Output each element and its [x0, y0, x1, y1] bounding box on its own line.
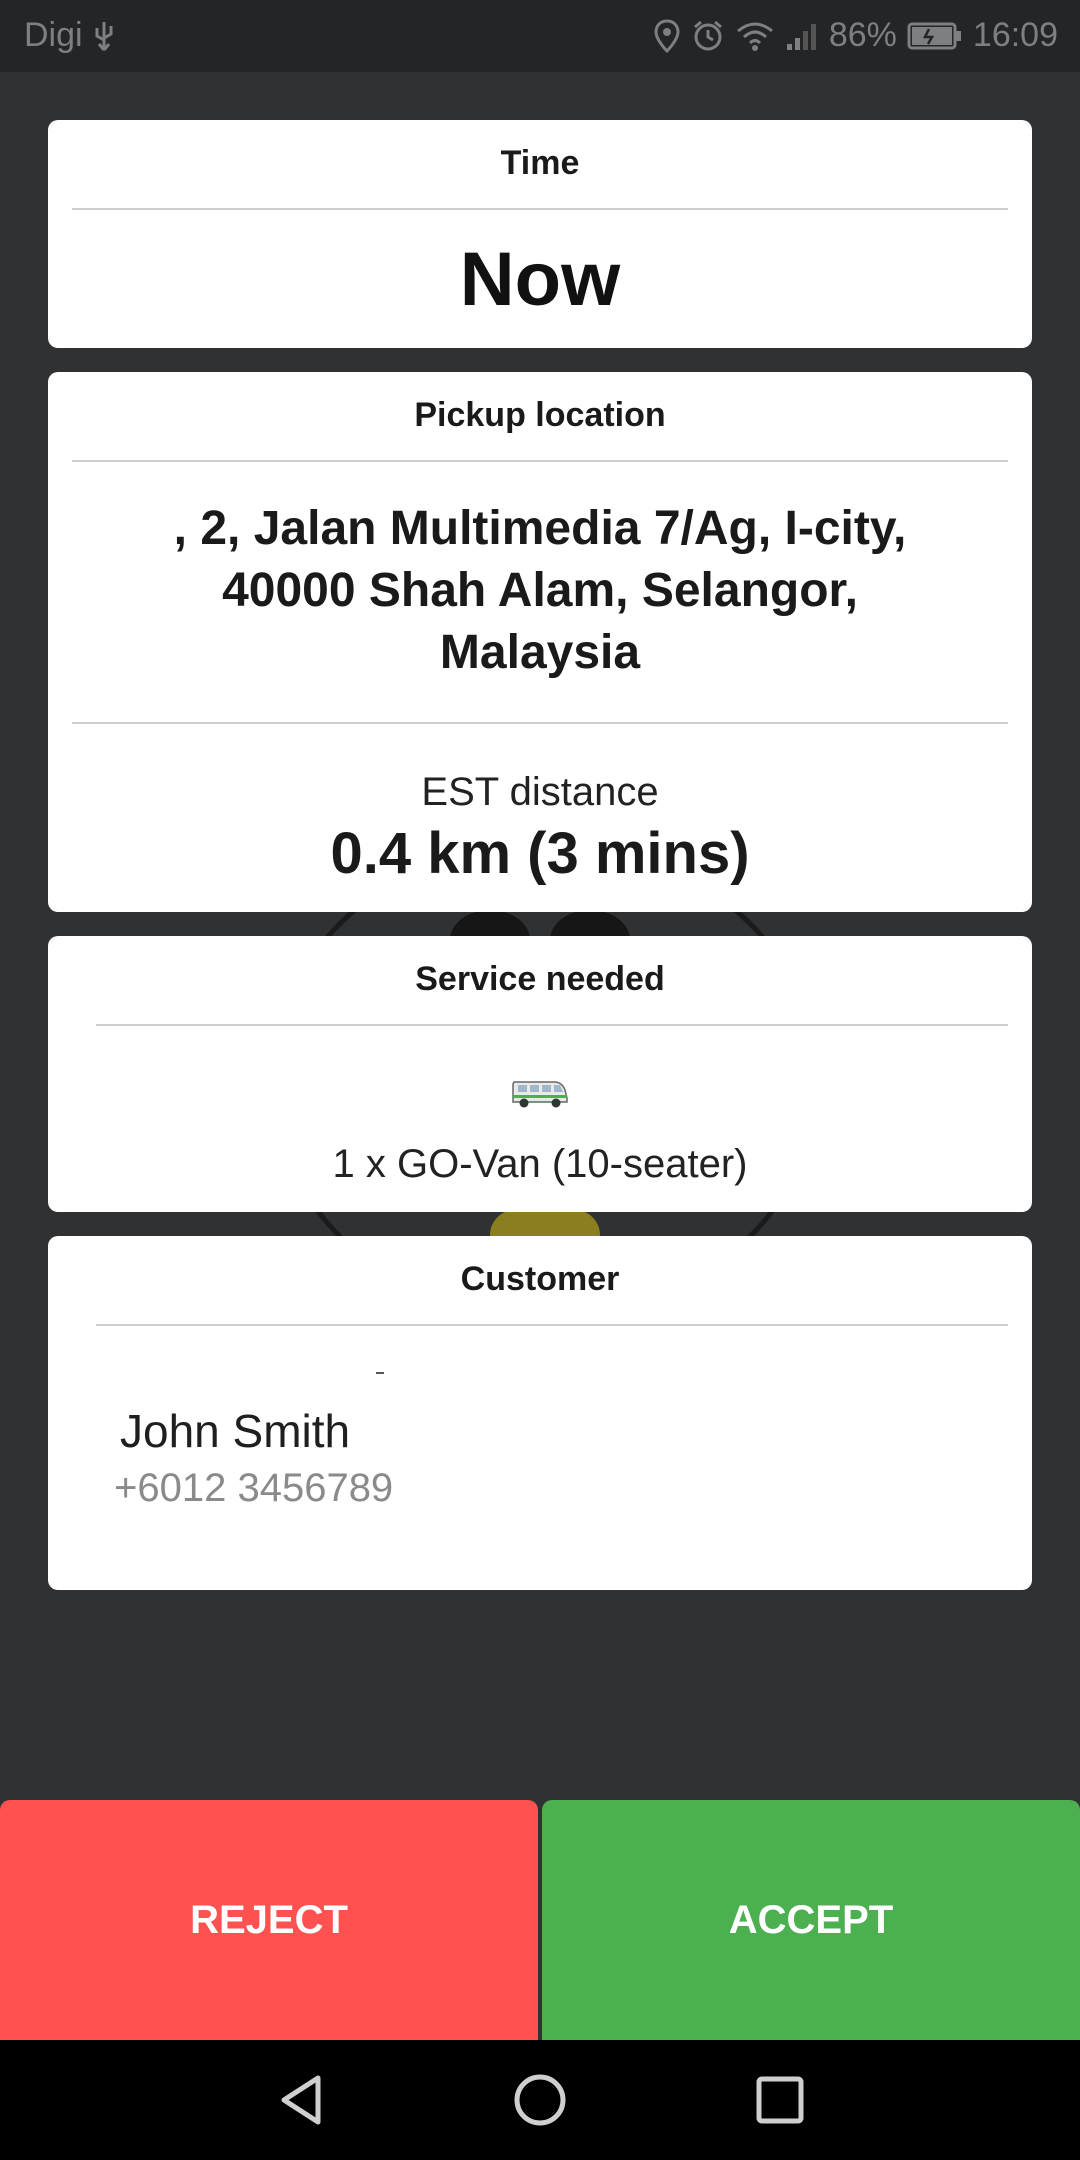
pickup-card-header: Pickup location — [414, 396, 666, 434]
customer-card-header: Customer — [460, 1260, 620, 1298]
alarm-icon — [693, 20, 722, 50]
accept-button[interactable]: ACCEPT — [542, 1800, 1080, 2040]
carrier-group: Digi — [24, 16, 117, 55]
pickup-location-card: Pickup location , 2, Jalan Multimedia 7/… — [48, 372, 1032, 912]
customer-card: Customer John Smith +6012 3456789 — [48, 1236, 1032, 1590]
battery-icon — [907, 22, 961, 49]
carrier-name: Digi — [24, 16, 83, 54]
customer-phone[interactable]: +6012 3456789 — [114, 1466, 393, 1511]
location-icon — [654, 18, 680, 53]
service-needed-card: Service needed 1 x GO-Van (10-seater) — [48, 936, 1032, 1212]
customer-card-divider — [96, 1324, 1008, 1326]
time-card-header: Time — [500, 144, 580, 182]
customer-avatar-placeholder — [376, 1372, 384, 1374]
van-icon — [512, 1081, 568, 1108]
customer-name: John Smith — [120, 1405, 351, 1457]
battery-percent: 86% — [828, 16, 897, 54]
est-distance-value: 0.4 km (3 mins) — [330, 821, 750, 886]
pickup-address-line: Malaysia — [439, 626, 641, 679]
home-icon[interactable] — [510, 2070, 570, 2130]
est-distance-label: EST distance — [421, 770, 659, 814]
service-card-header: Service needed — [415, 960, 665, 998]
reject-button[interactable]: REJECT — [0, 1800, 538, 2040]
pickup-address-line: , 2, Jalan Multimedia 7/Ag, I-city, — [173, 502, 907, 555]
navigation-bar — [0, 2040, 1080, 2160]
service-card-divider — [96, 1024, 1008, 1026]
clock: 16:09 — [972, 16, 1058, 54]
pickup-address: , 2, Jalan Multimedia 7/Ag, I-city, 4000… — [108, 498, 972, 684]
service-description: 1 x GO-Van (10-seater) — [332, 1142, 748, 1186]
time-card: Time Now — [48, 120, 1032, 348]
recents-icon[interactable] — [750, 2070, 810, 2130]
status-icons: 86% 16:09 — [653, 16, 1058, 55]
time-value: Now — [459, 237, 621, 322]
pickup-address-line: 40000 Shah Alam, Selangor, — [222, 564, 858, 617]
signal-icon — [786, 23, 816, 50]
status-bar: Digi 86% 16:09 — [0, 0, 1080, 72]
pickup-card-divider-2 — [72, 722, 1008, 724]
pickup-card-divider — [72, 460, 1008, 462]
time-card-divider — [72, 208, 1008, 210]
back-icon[interactable] — [272, 2070, 332, 2130]
wifi-icon — [736, 22, 773, 51]
usb-icon — [95, 21, 113, 51]
